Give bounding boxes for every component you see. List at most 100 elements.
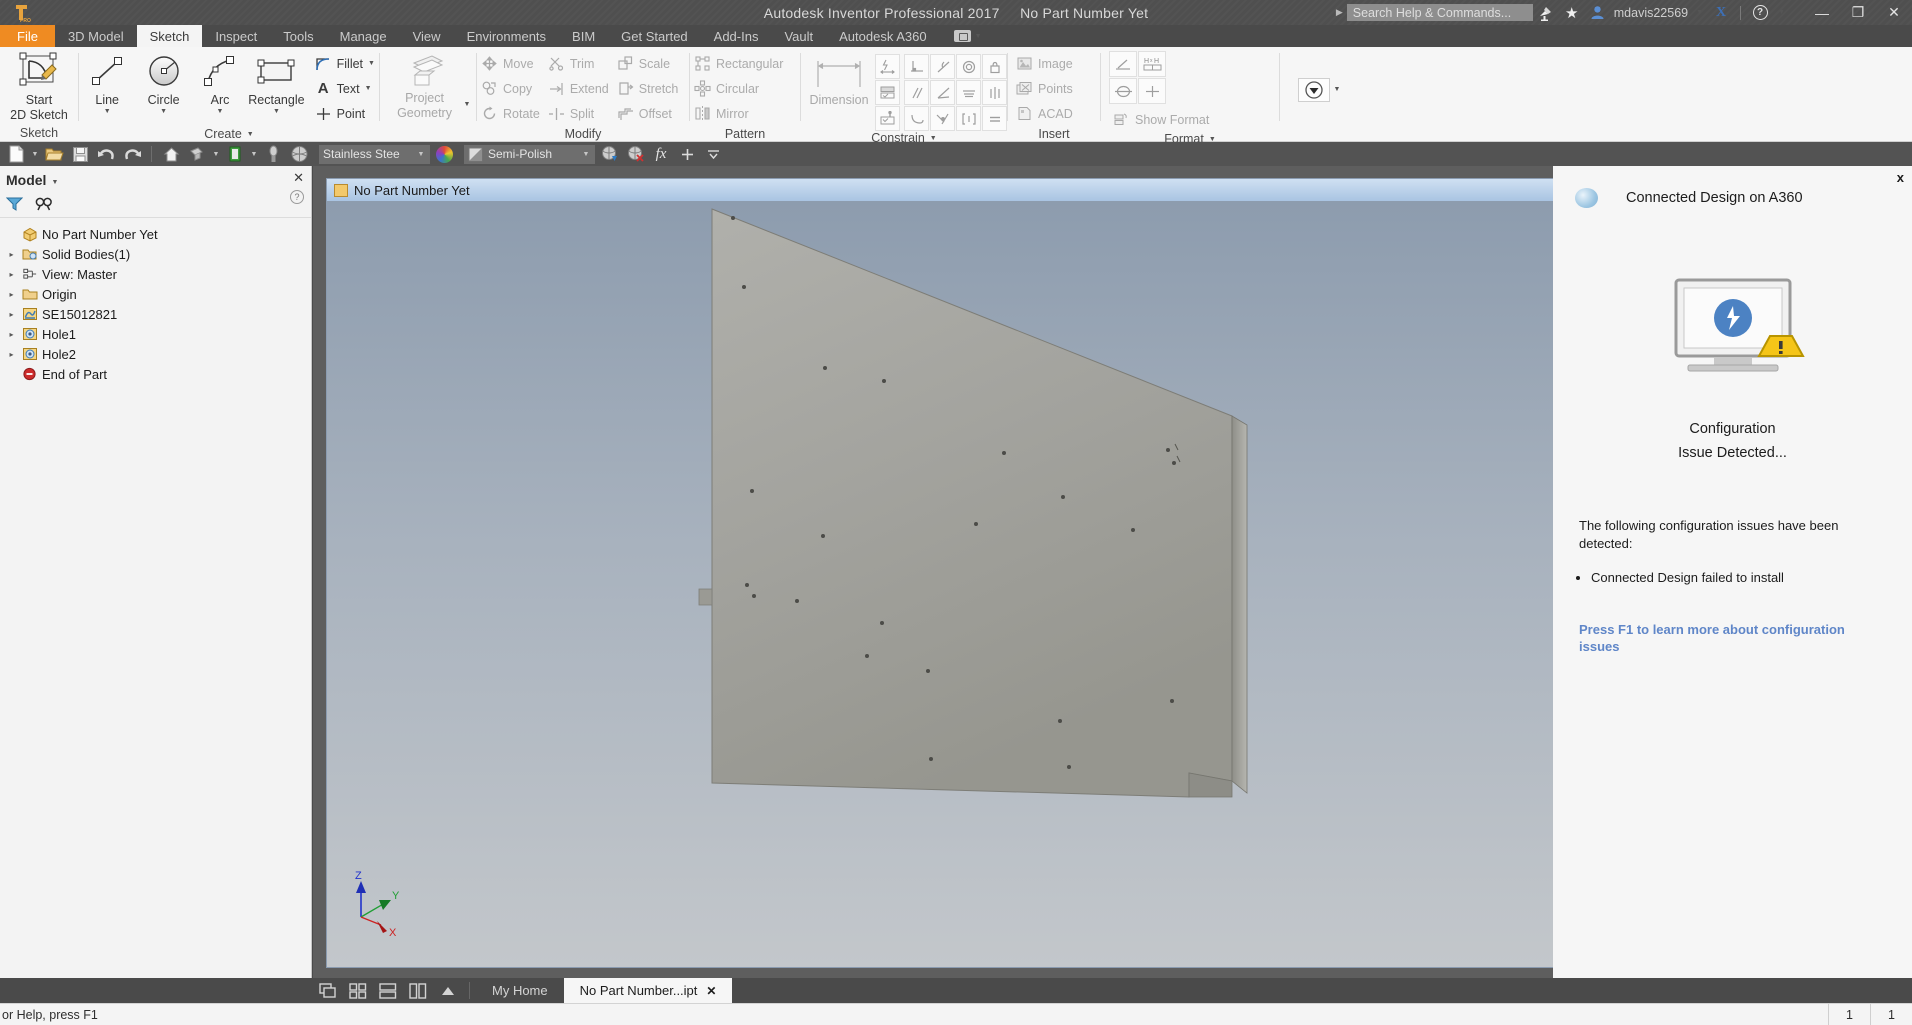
tab-my-home[interactable]: My Home	[476, 978, 564, 1003]
move-button[interactable]: Move	[477, 51, 544, 76]
help-icon[interactable]: ?	[1747, 0, 1773, 25]
chevron-down-icon[interactable]: ▼	[368, 60, 375, 67]
tab-get-started[interactable]: Get Started	[608, 25, 700, 47]
fx-icon[interactable]: fx	[649, 143, 673, 165]
parallel-icon[interactable]	[904, 80, 929, 105]
appearance-icon[interactable]	[223, 143, 247, 165]
points-button[interactable]: Points	[1012, 76, 1077, 101]
find-icon[interactable]	[35, 196, 53, 216]
expand-arrow-icon[interactable]: ▸	[6, 330, 17, 339]
close-icon[interactable]: x	[1897, 170, 1904, 185]
tab-file[interactable]: File	[0, 25, 55, 47]
close-button[interactable]: ✕	[1876, 0, 1912, 25]
tab-tools[interactable]: Tools	[270, 25, 326, 47]
chevron-down-icon[interactable]: ▼	[51, 179, 58, 186]
chevron-down-icon[interactable]: ▼	[104, 108, 111, 115]
plus-icon[interactable]	[675, 143, 699, 165]
constraint-settings-icon[interactable]	[875, 106, 900, 131]
tree-item-hole2[interactable]: ▸ Hole2	[6, 344, 311, 364]
start-2d-sketch-button[interactable]: Start 2D Sketch	[0, 51, 78, 123]
perpendicular-icon[interactable]	[904, 54, 929, 79]
tab-inspect[interactable]: Inspect	[202, 25, 270, 47]
screen-capture-button[interactable]: ▼	[954, 25, 982, 47]
minimize-button[interactable]: —	[1804, 0, 1840, 25]
trim-button[interactable]: Trim	[544, 51, 613, 76]
paint-icon[interactable]	[185, 143, 209, 165]
search-expand-icon[interactable]: ▶	[1336, 7, 1343, 18]
image-button[interactable]: Image	[1012, 51, 1077, 76]
split-button[interactable]: Split	[544, 101, 613, 126]
hxh-icon[interactable]: H x H	[1138, 51, 1166, 77]
cascade-icon[interactable]	[313, 978, 343, 1003]
coincident-icon[interactable]	[930, 106, 955, 131]
tab-no-part-number[interactable]: No Part Number...ipt ✕	[564, 978, 733, 1003]
tab-view[interactable]: View	[400, 25, 454, 47]
text-button[interactable]: A Text ▼	[311, 76, 379, 101]
redo-icon[interactable]	[120, 143, 144, 165]
tree-item-hole1[interactable]: ▸ Hole1	[6, 324, 311, 344]
center-point-icon[interactable]	[1138, 78, 1166, 104]
chevron-down-icon[interactable]: ▼	[273, 108, 280, 115]
scale-button[interactable]: Scale	[613, 51, 683, 76]
restore-button[interactable]: ❐	[1840, 0, 1876, 25]
tree-item-view-master[interactable]: ▸ View: Master	[6, 264, 311, 284]
auto-dimension-icon[interactable]	[875, 54, 900, 79]
offset-button[interactable]: Offset	[613, 101, 683, 126]
more-icon[interactable]	[701, 143, 725, 165]
tree-item-part[interactable]: No Part Number Yet	[6, 224, 311, 244]
undo-icon[interactable]	[94, 143, 118, 165]
chevron-down-icon[interactable]: ▼	[30, 151, 40, 158]
stretch-button[interactable]: Stretch	[613, 76, 683, 101]
tab-vault[interactable]: Vault	[771, 25, 826, 47]
chevron-down-icon[interactable]: ▼	[249, 151, 259, 158]
expand-arrow-icon[interactable]: ▸	[6, 250, 17, 259]
filter-icon[interactable]	[6, 196, 23, 216]
close-icon[interactable]: ✕	[706, 984, 716, 998]
exchange-icon[interactable]: X	[1708, 0, 1734, 25]
tree-item-origin[interactable]: ▸ Origin	[6, 284, 311, 304]
tile-vertical-icon[interactable]	[403, 978, 433, 1003]
tile-icon[interactable]	[343, 978, 373, 1003]
adjust-icon[interactable]	[597, 143, 621, 165]
centerline-icon[interactable]	[1109, 78, 1137, 104]
arrow-up-icon[interactable]	[433, 978, 463, 1003]
help-link[interactable]: Press F1 to learn more about configurati…	[1553, 621, 1912, 655]
extend-button[interactable]: Extend	[544, 76, 613, 101]
star-icon[interactable]: ★	[1559, 0, 1585, 25]
tangent-icon[interactable]	[930, 54, 955, 79]
chevron-down-icon[interactable]: ▼	[416, 151, 426, 158]
expand-arrow-icon[interactable]: ▸	[6, 270, 17, 279]
fix-icon[interactable]	[982, 54, 1007, 79]
smooth-icon[interactable]	[904, 106, 929, 131]
appearance-dropdown[interactable]: Semi-Polish ▼	[464, 145, 595, 164]
collinear-icon[interactable]	[956, 80, 981, 105]
copy-button[interactable]: Copy	[477, 76, 544, 101]
rotate-button[interactable]: Rotate	[477, 101, 544, 126]
expand-arrow-icon[interactable]: ▸	[6, 290, 17, 299]
material-color-icon[interactable]	[432, 143, 456, 165]
satellite-icon[interactable]	[1533, 0, 1559, 25]
chevron-down-icon[interactable]: ▼	[464, 101, 471, 108]
person-icon[interactable]	[1585, 0, 1611, 25]
show-format-button[interactable]: Show Format	[1109, 107, 1213, 132]
rectangle-button[interactable]: Rectangle ▼	[248, 51, 304, 115]
line-button[interactable]: Line ▼	[79, 51, 135, 115]
home-icon[interactable]	[159, 143, 183, 165]
username-label[interactable]: mdavis22569	[1611, 6, 1691, 20]
tab-add-ins[interactable]: Add-Ins	[701, 25, 772, 47]
tab-autodesk-a360[interactable]: Autodesk A360	[826, 25, 939, 47]
symmetric-icon[interactable]	[982, 80, 1007, 105]
tab-environments[interactable]: Environments	[454, 25, 559, 47]
help-icon[interactable]: ?	[290, 190, 304, 204]
chevron-down-icon[interactable]: ▼	[930, 135, 937, 142]
tree-item-se15012821[interactable]: ▸ SE15012821	[6, 304, 311, 324]
material-dropdown[interactable]: Stainless Stee ▼	[319, 145, 430, 164]
mirror-button[interactable]: Mirror	[690, 101, 787, 126]
tab-3d-model[interactable]: 3D Model	[55, 25, 137, 47]
horizontal-icon[interactable]	[956, 106, 981, 131]
show-constraints-icon[interactable]	[875, 80, 900, 105]
expand-arrow-icon[interactable]: ▸	[6, 310, 17, 319]
chevron-down-icon[interactable]: ▼	[217, 108, 224, 115]
tab-bim[interactable]: BIM	[559, 25, 608, 47]
chevron-down-icon[interactable]: ▼	[1696, 9, 1703, 16]
